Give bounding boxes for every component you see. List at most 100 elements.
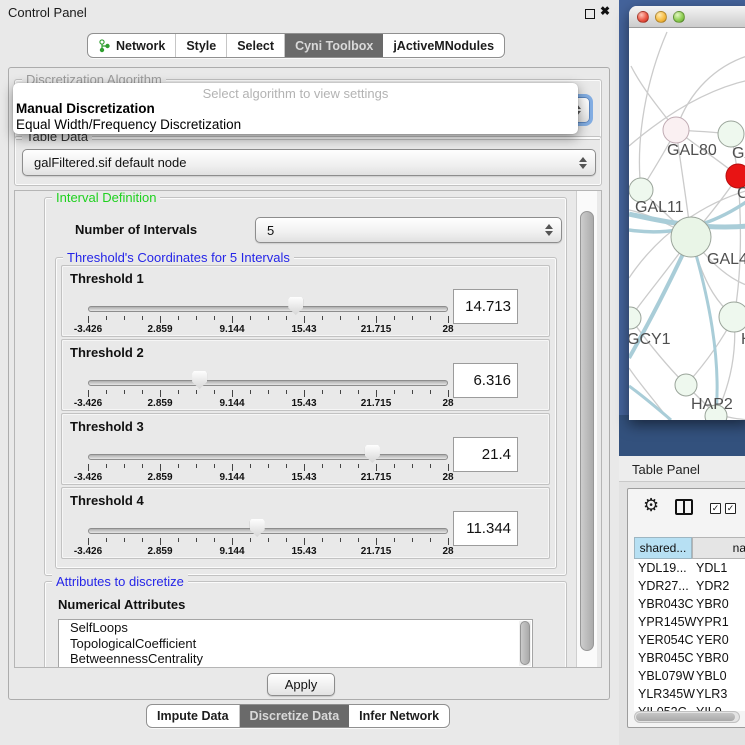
close-icon[interactable]: ✖ [600, 4, 610, 18]
attributes-group: Attributes to discretize Numerical Attri… [44, 581, 567, 668]
control-panel-title: Control Panel [8, 5, 87, 20]
column-header-shared-name[interactable]: shared... [634, 537, 692, 559]
tab-network[interactable]: Network [88, 34, 176, 57]
threshold-value-field[interactable]: 21.4 [453, 437, 518, 472]
minimize-traffic-light-icon[interactable] [655, 11, 667, 23]
threshold-value-field[interactable]: 11.344 [453, 511, 518, 546]
threshold-value-field[interactable]: 14.713 [453, 289, 518, 324]
cell-name[interactable]: YDR2 [692, 577, 745, 595]
table-row[interactable]: YER054CYER0 [634, 631, 745, 649]
cell-name[interactable]: YBR0 [692, 649, 745, 667]
dropdown-option-manual-discretization[interactable]: Manual Discretization [13, 100, 578, 116]
cell-shared-name[interactable]: YDR27... [634, 577, 692, 595]
checkbox-icon[interactable]: ✓ [710, 503, 721, 514]
numerical-attributes-label: Numerical Attributes [58, 597, 185, 612]
slider-track[interactable] [88, 454, 448, 460]
horizontal-scrollbar[interactable] [634, 711, 740, 723]
cell-name[interactable]: YIL0 [692, 703, 745, 711]
cell-shared-name[interactable]: YBL079W [634, 667, 692, 685]
tick-mark [106, 464, 107, 468]
list-item-betweennesscentrality[interactable]: BetweennessCentrality [59, 651, 532, 667]
tick-mark [160, 316, 161, 323]
tab-jactivemnodules[interactable]: jActiveMNodules [383, 34, 504, 57]
tick-mark [232, 538, 233, 545]
list-item-topologicalcoefficient[interactable]: TopologicalCoefficient [59, 636, 532, 652]
interval-definition-group: Interval Definition Number of Intervals … [44, 197, 567, 576]
slider-ticks [88, 464, 448, 472]
node-hap2[interactable] [675, 374, 697, 396]
node-gal80[interactable] [663, 117, 689, 143]
list-scrollbar[interactable] [519, 621, 531, 666]
mode-tab-impute-data[interactable]: Impute Data [147, 705, 240, 727]
slider-thumb[interactable] [250, 519, 265, 537]
cell-shared-name[interactable]: YLR345W [634, 685, 692, 703]
slider-track[interactable] [88, 306, 448, 312]
node-gcy1[interactable] [629, 307, 641, 329]
number-of-intervals-combobox[interactable]: 5 [255, 217, 562, 243]
tab-select[interactable]: Select [227, 34, 285, 57]
tab-cyni-toolbox[interactable]: Cyni Toolbox [285, 34, 383, 57]
tab-style[interactable]: Style [176, 34, 227, 57]
vertical-scrollbar[interactable] [576, 191, 597, 667]
horizontal-scrollbar-thumb[interactable] [636, 713, 735, 721]
cell-shared-name[interactable]: YPR145W [634, 613, 692, 631]
list-scrollbar-thumb[interactable] [520, 621, 530, 665]
network-canvas[interactable]: GAL80 GA C GAL11 GAL4 GCY1 H HAP2 [629, 28, 745, 420]
cell-shared-name[interactable]: YIL052C [634, 703, 692, 711]
table-panel-titlebar: Table Panel [619, 456, 745, 482]
gear-icon[interactable]: ⚙ [643, 495, 659, 516]
cell-shared-name[interactable]: YBR045C [634, 649, 692, 667]
vertical-scrollbar-thumb[interactable] [580, 211, 594, 651]
network-view-window[interactable]: GAL80 GA C GAL11 GAL4 GCY1 H HAP2 [629, 6, 745, 420]
cell-name[interactable]: YDL1 [692, 559, 745, 577]
close-traffic-light-icon[interactable] [637, 11, 649, 23]
node-h[interactable] [719, 302, 745, 332]
cell-name[interactable]: YER0 [692, 631, 745, 649]
table-row[interactable]: YIL052CYIL0 [634, 703, 745, 711]
table-row[interactable]: YBR043CYBR0 [634, 595, 745, 613]
network-nodes[interactable] [629, 117, 745, 420]
apply-button[interactable]: Apply [267, 673, 335, 696]
slider-tick-labels: -3.4262.8599.14415.4321.71528 [88, 324, 448, 335]
cell-name[interactable]: YPR1 [692, 613, 745, 631]
group-title-attributes: Attributes to discretize [52, 574, 188, 589]
tick-mark [412, 390, 413, 394]
table-panel-body: ⚙ ✓ ✓ shared... na YDL19...YDL1YDR27...Y… [619, 482, 745, 745]
table-row[interactable]: YPR145WYPR1 [634, 613, 745, 631]
thresholds-container: Threshold 1-3.4262.8599.14415.4321.71528… [61, 265, 550, 561]
slider-thumb[interactable] [288, 297, 303, 315]
float-window-icon[interactable] [585, 9, 595, 19]
tick-mark [250, 464, 251, 468]
node-gal4[interactable] [671, 217, 711, 257]
table-row[interactable]: YBL079WYBL0 [634, 667, 745, 685]
column-header-name[interactable]: na [692, 537, 745, 559]
slider-thumb[interactable] [365, 445, 380, 463]
network-window-titlebar[interactable] [629, 6, 745, 28]
cell-name[interactable]: YBR0 [692, 595, 745, 613]
split-view-icon[interactable] [675, 499, 693, 515]
mode-tab-infer-network[interactable]: Infer Network [349, 705, 449, 727]
node-ga[interactable] [718, 121, 744, 147]
threshold-value-field[interactable]: 6.316 [453, 363, 518, 398]
list-item-selfloops[interactable]: SelfLoops [59, 620, 532, 636]
table-data-combobox[interactable]: galFiltered.sif default node [22, 149, 596, 176]
cell-shared-name[interactable]: YDL19... [634, 559, 692, 577]
slider-thumb[interactable] [192, 371, 207, 389]
table-row[interactable]: YLR345WYLR3 [634, 685, 745, 703]
cell-shared-name[interactable]: YBR043C [634, 595, 692, 613]
cell-shared-name[interactable]: YER054C [634, 631, 692, 649]
slider-track[interactable] [88, 380, 448, 386]
slider-track[interactable] [88, 528, 448, 534]
zoom-traffic-light-icon[interactable] [673, 11, 685, 23]
table-row[interactable]: YBR045CYBR0 [634, 649, 745, 667]
checkbox-icon[interactable]: ✓ [725, 503, 736, 514]
cell-name[interactable]: YLR3 [692, 685, 745, 703]
table-row[interactable]: YDR27...YDR2 [634, 577, 745, 595]
table-row[interactable]: YDL19...YDL1 [634, 559, 745, 577]
tick-label: 2.859 [147, 546, 172, 557]
mode-tab-discretize-data[interactable]: Discretize Data [240, 705, 350, 727]
tick-mark [394, 316, 395, 320]
cell-name[interactable]: YBL0 [692, 667, 745, 685]
dropdown-option-equal-width-frequency[interactable]: Equal Width/Frequency Discretization [13, 116, 578, 132]
numerical-attributes-list[interactable]: SelfLoopsTopologicalCoefficientBetweenne… [58, 619, 533, 668]
